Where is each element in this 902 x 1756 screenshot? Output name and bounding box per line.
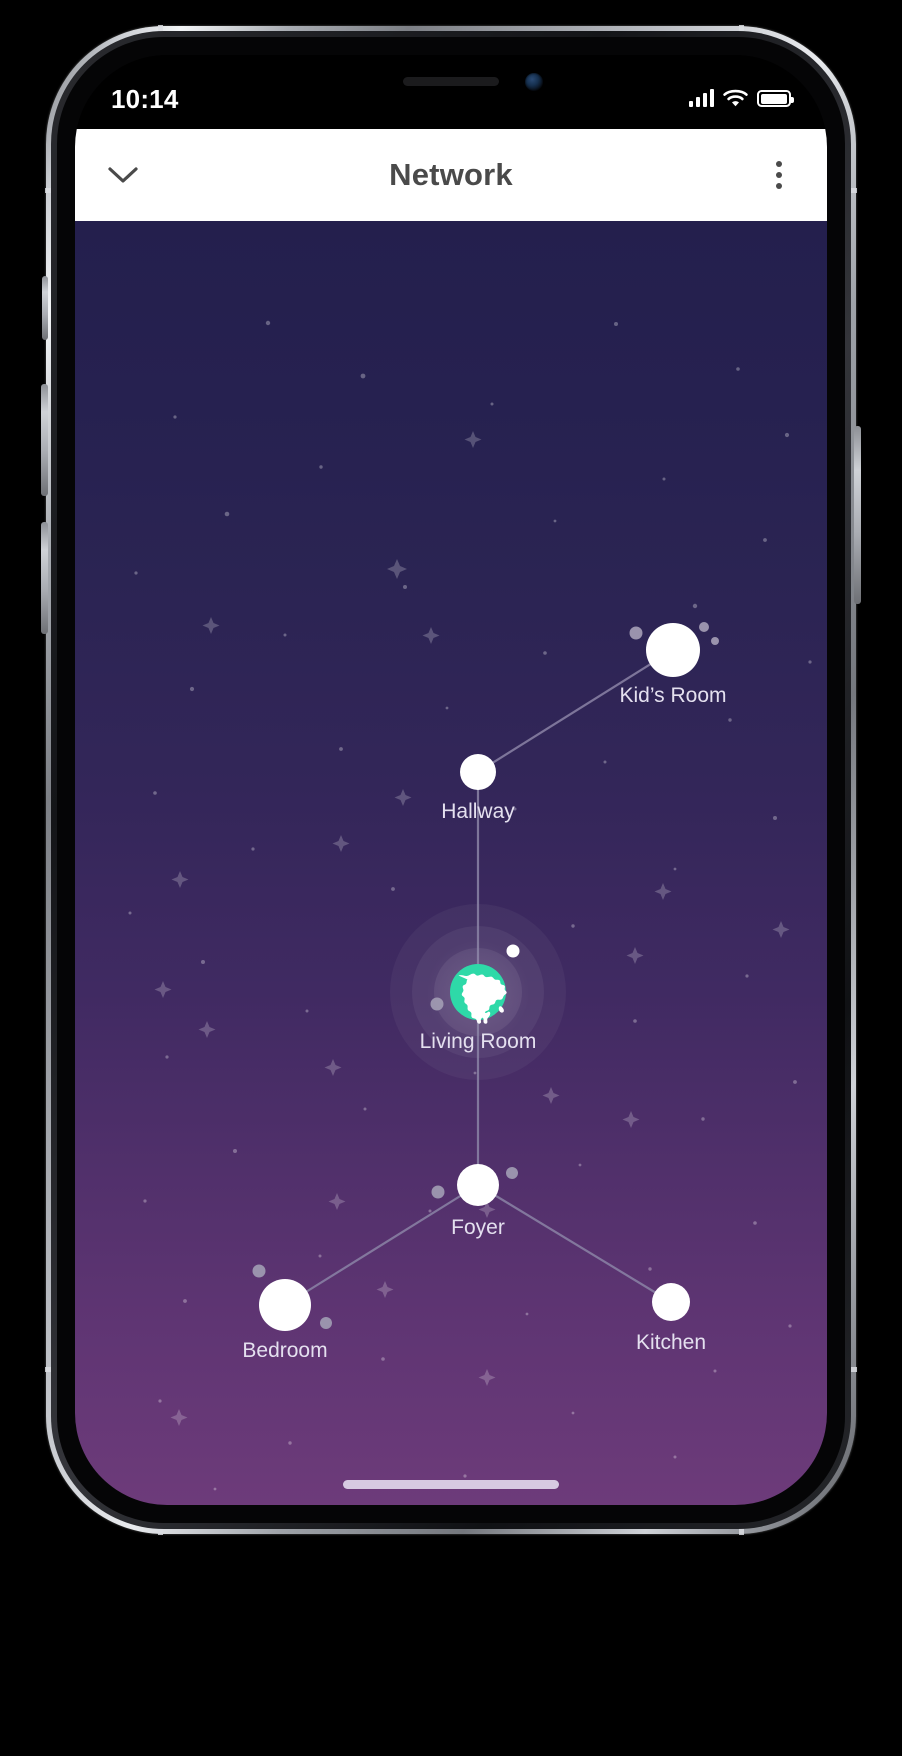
phone-device-mockup: Kid’s Room Hallway Living Room Foyer Bed…: [41, 25, 861, 1535]
node-dot: [646, 623, 700, 677]
phone-screen: Kid’s Room Hallway Living Room Foyer Bed…: [75, 55, 827, 1505]
page-title: Network: [389, 157, 513, 192]
status-time: 10:14: [111, 84, 179, 114]
network-map-canvas[interactable]: Kid’s Room Hallway Living Room Foyer Bed…: [75, 221, 827, 1505]
satellite-dot: [431, 1185, 445, 1199]
node-label: Foyer: [451, 1216, 505, 1239]
screenshot-root: Kid’s Room Hallway Living Room Foyer Bed…: [0, 0, 902, 1756]
antenna-line-bottom-right: [739, 1528, 744, 1535]
node-label: Bedroom: [242, 1339, 327, 1362]
node-label: Kitchen: [636, 1331, 706, 1354]
satellite-dot: [629, 626, 643, 640]
node-dot: [460, 754, 496, 790]
wifi-icon: [723, 89, 748, 107]
app-header-bar: Network: [75, 129, 827, 221]
overflow-menu-button[interactable]: [731, 129, 827, 221]
node-label: Kid’s Room: [620, 684, 727, 707]
node-dot: [259, 1279, 311, 1331]
more-vertical-icon: [776, 161, 782, 189]
link-foyer-kitchen: [477, 1184, 672, 1303]
node-kitchen[interactable]: Kitchen: [636, 1283, 706, 1354]
node-bedroom[interactable]: Bedroom: [242, 1279, 328, 1362]
antenna-line-right-bottom: [850, 1367, 857, 1372]
antenna-line-bottom-left: [158, 1528, 163, 1535]
mute-switch-button[interactable]: [42, 276, 48, 340]
device-notch: [301, 55, 601, 117]
link-kids-room-hallway: [477, 649, 674, 773]
status-indicators: [688, 89, 794, 109]
node-label: Living Room: [420, 1030, 537, 1053]
cellular-signal-icon: [688, 89, 714, 107]
link-foyer-bedroom: [284, 1184, 479, 1306]
collapse-button[interactable]: [75, 129, 171, 221]
satellite-dot: [252, 1264, 266, 1278]
antenna-line-right-top: [850, 188, 857, 193]
chevron-down-icon: [108, 166, 138, 183]
node-dot: [652, 1283, 690, 1321]
satellite-dot: [506, 1167, 518, 1179]
node-dot: [457, 1164, 499, 1206]
node-foyer[interactable]: Foyer: [451, 1164, 505, 1239]
battery-full-icon: [757, 90, 794, 107]
satellite-dot: [320, 1317, 332, 1329]
satellite-dot: [711, 637, 719, 645]
front-camera-icon: [525, 73, 543, 91]
node-hallway[interactable]: Hallway: [441, 754, 515, 823]
power-button[interactable]: [854, 426, 861, 604]
earpiece-speaker: [403, 77, 499, 86]
node-label: Hallway: [441, 800, 515, 823]
volume-down-button[interactable]: [41, 522, 48, 634]
volume-up-button[interactable]: [41, 384, 48, 496]
home-indicator[interactable]: [343, 1480, 559, 1489]
satellite-dot: [699, 622, 709, 632]
